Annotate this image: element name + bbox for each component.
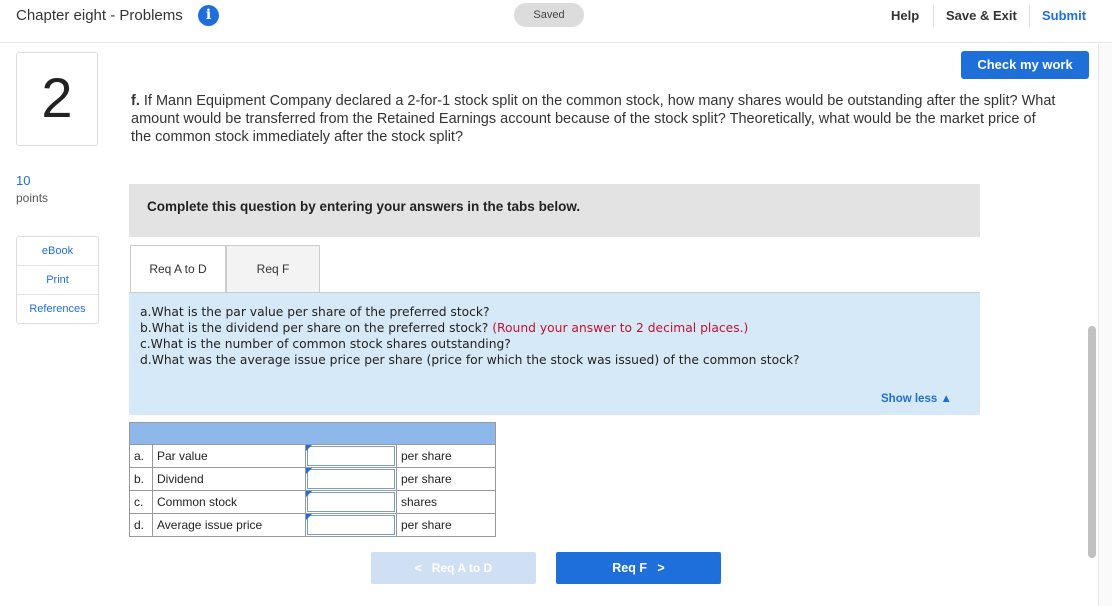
row-unit: per share <box>396 467 496 491</box>
next-req-label: Req F <box>612 561 647 575</box>
table-row: d. Average issue price per share <box>129 513 496 537</box>
tab-req-a-to-d[interactable]: Req A to D <box>130 245 226 295</box>
answer-cell <box>305 444 397 468</box>
show-less-label: Show less <box>881 393 938 405</box>
table-row: a. Par value per share <box>129 444 496 468</box>
answer-cell <box>305 513 397 537</box>
row-letter: c. <box>129 490 153 514</box>
row-unit: shares <box>396 490 496 514</box>
cell-marker-icon <box>306 445 312 451</box>
answer-cell <box>305 467 397 491</box>
question-text: f. If Mann Equipment Company declared a 2… <box>131 92 1056 146</box>
show-less-toggle[interactable]: Show less ▲ <box>881 393 952 405</box>
points-label: points <box>16 191 49 205</box>
saved-status-badge: Saved <box>514 3 584 27</box>
answer-cell <box>305 490 397 514</box>
tab-req-f[interactable]: Req F <box>226 245 320 294</box>
table-header-row <box>129 422 496 445</box>
requirement-b-text: b.What is the dividend per share on the … <box>140 321 489 335</box>
requirements-panel: a.What is the par value per share of the… <box>129 293 980 415</box>
question-number-card: 2 <box>16 52 98 146</box>
common-stock-input[interactable] <box>307 492 395 512</box>
row-letter: b. <box>129 467 153 491</box>
top-bar: Chapter eight - Problems i Saved Help Sa… <box>0 0 1112 43</box>
scrollbar-track[interactable] <box>1098 44 1112 606</box>
row-letter: d. <box>129 513 153 537</box>
rounding-note: (Round your answer to 2 decimal places.) <box>492 321 749 335</box>
row-unit: per share <box>396 513 496 537</box>
prev-req-label: Req A to D <box>431 561 493 575</box>
ebook-link[interactable]: eBook <box>17 237 98 266</box>
question-number: 2 <box>41 66 73 129</box>
info-icon[interactable]: i <box>198 5 219 26</box>
chevron-right-icon: > <box>657 561 665 575</box>
instruction-banner: Complete this question by entering your … <box>129 184 980 237</box>
par-value-input[interactable] <box>307 446 395 466</box>
help-link[interactable]: Help <box>891 8 919 23</box>
next-req-button[interactable]: Req F > <box>556 552 721 584</box>
dividend-input[interactable] <box>307 469 395 489</box>
cell-marker-icon <box>306 514 312 520</box>
requirements-list: a.What is the par value per share of the… <box>140 304 800 368</box>
assignment-title: Chapter eight - Problems <box>16 7 183 24</box>
requirement-d: d.What was the average issue price per s… <box>140 353 800 367</box>
requirement-b: b.What is the dividend per share on the … <box>140 320 800 336</box>
table-header <box>129 422 496 445</box>
row-label: Par value <box>152 444 306 468</box>
prev-req-button[interactable]: < Req A to D <box>371 552 536 584</box>
row-letter: a. <box>129 444 153 468</box>
cell-marker-icon <box>306 491 312 497</box>
divider <box>933 5 934 27</box>
requirement-a: a.What is the par value per share of the… <box>140 305 490 319</box>
save-exit-link[interactable]: Save & Exit <box>946 8 1017 23</box>
cell-marker-icon <box>306 468 312 474</box>
instruction-text: Complete this question by entering your … <box>147 199 581 214</box>
table-row: b. Dividend per share <box>129 467 496 491</box>
table-row: c. Common stock shares <box>129 490 496 514</box>
question-body: If Mann Equipment Company declared a 2-f… <box>131 93 1056 145</box>
answer-table: a. Par value per share b. Dividend per s… <box>129 422 496 537</box>
divider <box>1029 5 1030 27</box>
chevron-left-icon: < <box>414 561 422 575</box>
row-label: Average issue price <box>152 513 306 537</box>
row-label: Common stock <box>152 490 306 514</box>
print-link[interactable]: Print <box>17 266 98 295</box>
check-my-work-button[interactable]: Check my work <box>961 51 1089 79</box>
submit-link[interactable]: Submit <box>1042 8 1086 23</box>
caret-up-icon: ▲ <box>940 393 952 405</box>
scrollbar-thumb[interactable] <box>1088 326 1096 558</box>
resource-links: eBook Print References <box>16 236 99 324</box>
average-issue-price-input[interactable] <box>307 515 395 535</box>
requirement-c: c.What is the number of common stock sha… <box>140 337 511 351</box>
question-part-label: f. <box>131 93 140 109</box>
row-unit: per share <box>396 444 496 468</box>
references-link[interactable]: References <box>17 295 98 323</box>
points-value: 10 <box>16 173 31 188</box>
row-label: Dividend <box>152 467 306 491</box>
